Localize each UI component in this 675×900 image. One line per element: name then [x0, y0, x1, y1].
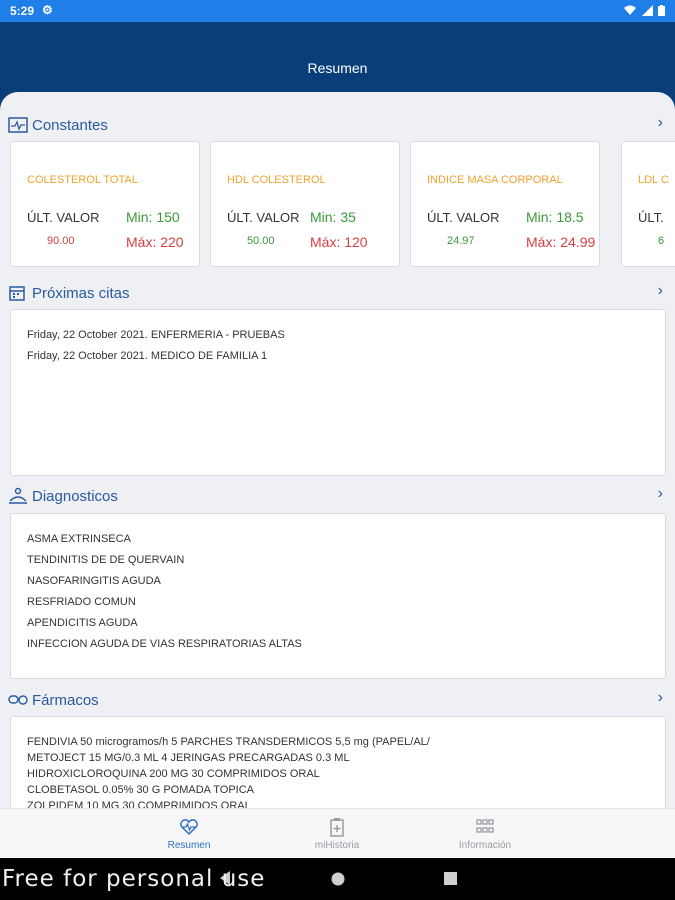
home-icon[interactable]	[330, 871, 346, 887]
farmacos-header[interactable]: Fármacos ›	[8, 687, 667, 713]
summary-content[interactable]: Constantes › COLESTEROL TOTAL ÚLT. VALOR…	[0, 92, 675, 808]
constantes-carousel[interactable]: COLESTEROL TOTAL ÚLT. VALOR 90.00 Min: 1…	[10, 141, 675, 267]
card-title: INDICE MASA CORPORAL	[427, 174, 563, 186]
diagnosticos-title: Diagnosticos	[32, 488, 118, 505]
battery-icon	[658, 5, 665, 17]
recents-icon[interactable]	[443, 871, 458, 886]
card-last-value: 50.00	[247, 235, 275, 247]
citas-header[interactable]: Próximas citas ›	[8, 280, 667, 306]
chevron-right-icon[interactable]: ›	[658, 485, 663, 503]
nav-label: Resumen	[167, 840, 211, 851]
list-item[interactable]: Friday, 22 October 2021. ENFERMERIA - PR…	[27, 329, 285, 341]
list-item[interactable]: RESFRIADO COMUN	[27, 596, 136, 608]
card-last-label: ÚLT. VALOR	[227, 210, 300, 225]
constantes-header[interactable]: Constantes ›	[8, 112, 667, 138]
constant-card-hdl-colesterol[interactable]: HDL COLESTEROL ÚLT. VALOR 50.00 Min: 35 …	[210, 141, 400, 267]
list-item[interactable]: ZOLPIDEM 10 MG 30 COMPRIMIDOS ORAL	[27, 800, 251, 808]
card-last-value: 24.97	[447, 235, 475, 247]
list-item[interactable]: FENDIVIA 50 microgramos/h 5 PARCHES TRAN…	[27, 736, 430, 748]
constantes-title: Constantes	[32, 117, 108, 134]
nav-label: miHistoria	[314, 840, 360, 851]
nav-informacion[interactable]: Información	[410, 809, 560, 859]
bottom-navigation: Resumen miHistoria Información	[0, 808, 675, 858]
card-title: COLESTEROL TOTAL	[27, 174, 138, 186]
card-max: Máx: 24.99	[526, 234, 596, 250]
citas-title: Próximas citas	[32, 285, 130, 302]
chart-icon	[8, 117, 28, 133]
status-time: 5:29	[10, 4, 35, 18]
farmacos-title: Fármacos	[32, 692, 99, 709]
citas-list: Friday, 22 October 2021. ENFERMERIA - PR…	[10, 309, 666, 476]
list-item[interactable]: NASOFARINGITIS AGUDA	[27, 575, 161, 587]
gear-icon: ⚙	[42, 3, 53, 17]
card-last-label: ÚLT. VALOR	[27, 210, 100, 225]
diagnosticos-header[interactable]: Diagnosticos ›	[8, 483, 667, 509]
constant-card-ldl[interactable]: LDL C ÚLT. 6	[621, 141, 675, 267]
list-item[interactable]: ASMA EXTRINSECA	[27, 533, 131, 545]
list-item[interactable]: INFECCION AGUDA DE VIAS RESPIRATORIAS AL…	[27, 638, 302, 650]
card-title: HDL COLESTEROL	[227, 174, 326, 186]
chevron-right-icon[interactable]: ›	[658, 282, 663, 300]
nav-label: Información	[458, 840, 512, 851]
app-bar: Resumen	[0, 22, 675, 92]
card-last-value: 90.00	[47, 235, 75, 247]
heart-pulse-icon	[180, 819, 198, 836]
stethoscope-icon	[9, 487, 27, 504]
list-item[interactable]: APENDICITIS AGUDA	[27, 617, 138, 629]
status-bar: 5:29 ⚙	[0, 0, 675, 22]
list-item[interactable]: Friday, 22 October 2021. MEDICO DE FAMIL…	[27, 350, 267, 362]
nav-mihistoria[interactable]: miHistoria	[262, 809, 412, 859]
grid-icon	[476, 819, 494, 833]
card-min: Min: 18.5	[526, 209, 584, 225]
list-item[interactable]: TENDINITIS DE DE QUERVAIN	[27, 554, 184, 566]
calendar-icon	[9, 286, 25, 301]
card-min: Min: 150	[126, 209, 180, 225]
card-max: Máx: 120	[310, 234, 368, 250]
card-last-label: ÚLT. VALOR	[427, 210, 500, 225]
chevron-right-icon[interactable]: ›	[658, 114, 663, 132]
list-item[interactable]: METOJECT 15 MG/0.3 ML 4 JERINGAS PRECARG…	[27, 752, 350, 764]
page-title: Resumen	[307, 60, 368, 76]
clipboard-plus-icon	[330, 818, 344, 837]
watermark-text: Free for personal use	[2, 866, 266, 892]
constant-card-indice-masa-corporal[interactable]: INDICE MASA CORPORAL ÚLT. VALOR 24.97 Mi…	[410, 141, 600, 267]
list-item[interactable]: CLOBETASOL 0.05% 30 G POMADA TOPICA	[27, 784, 254, 796]
farmacos-list: FENDIVIA 50 microgramos/h 5 PARCHES TRAN…	[10, 716, 666, 808]
chevron-right-icon[interactable]: ›	[658, 689, 663, 707]
diagnosticos-list: ASMA EXTRINSECA TENDINITIS DE DE QUERVAI…	[10, 513, 666, 679]
wifi-icon	[624, 5, 637, 16]
nav-resumen[interactable]: Resumen	[114, 809, 264, 859]
signal-icon	[641, 5, 653, 17]
status-icons	[624, 3, 665, 17]
card-last-label: ÚLT.	[638, 210, 664, 225]
card-min: Min: 35	[310, 209, 356, 225]
constant-card-colesterol-total[interactable]: COLESTEROL TOTAL ÚLT. VALOR 90.00 Min: 1…	[10, 141, 200, 267]
card-last-value: 6	[658, 235, 665, 247]
card-max: Máx: 220	[126, 234, 184, 250]
pills-icon	[8, 695, 28, 705]
list-item[interactable]: HIDROXICLOROQUINA 200 MG 30 COMPRIMIDOS …	[27, 768, 320, 780]
card-title: LDL C	[638, 174, 669, 186]
